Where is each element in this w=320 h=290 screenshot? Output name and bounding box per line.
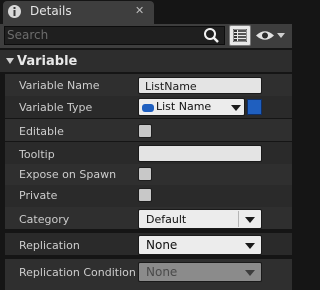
tab-details[interactable] — [3, 1, 154, 24]
replication-condition-dropdown[interactable]: None — [138, 262, 262, 282]
tooltip-input[interactable] — [138, 145, 262, 162]
dropdown-divider — [238, 211, 239, 227]
tab-title: Details — [30, 4, 72, 18]
private-checkbox[interactable] — [138, 188, 152, 202]
collapse-arrow-icon[interactable] — [6, 58, 14, 64]
info-icon — [8, 5, 21, 18]
variable-type-label: Variable Type — [19, 101, 93, 114]
replication-value: None — [146, 238, 178, 252]
replication-condition-value: None — [146, 265, 178, 279]
variable-type-dropdown[interactable]: List Name — [138, 98, 245, 116]
search-icon — [204, 28, 219, 43]
search-placeholder: Search — [7, 28, 49, 42]
editable-checkbox[interactable] — [138, 124, 152, 138]
category-value: Default — [146, 213, 187, 226]
replication-dropdown[interactable]: None — [138, 235, 262, 255]
replication-condition-label: Replication Condition — [19, 266, 136, 279]
chevron-down-icon — [231, 105, 241, 111]
private-label: Private — [19, 189, 58, 202]
tab-close-icon[interactable]: ✕ — [135, 4, 144, 17]
editable-label: Editable — [19, 125, 64, 138]
expose-on-spawn-checkbox[interactable] — [138, 167, 152, 181]
chevron-down-icon — [245, 243, 255, 249]
variable-name-input[interactable]: ListName — [138, 77, 262, 94]
chevron-down-icon[interactable] — [277, 31, 285, 39]
category-dropdown[interactable]: Default — [138, 209, 262, 229]
category-title: Variable — [17, 54, 78, 69]
tooltip-label: Tooltip — [19, 148, 55, 161]
variable-type-value: List Name — [156, 100, 212, 113]
chevron-down-icon — [245, 217, 255, 223]
chevron-down-icon — [245, 270, 255, 276]
eye-icon[interactable] — [255, 29, 275, 42]
expose-on-spawn-label: Expose on Spawn — [19, 168, 117, 181]
container-type-button[interactable] — [247, 99, 262, 115]
type-pin-icon — [142, 104, 154, 112]
category-label: Category — [19, 213, 70, 226]
variable-name-label: Variable Name — [19, 79, 100, 92]
variable-name-value: ListName — [145, 80, 197, 93]
property-matrix-icon — [233, 29, 247, 42]
replication-label: Replication — [19, 239, 80, 252]
